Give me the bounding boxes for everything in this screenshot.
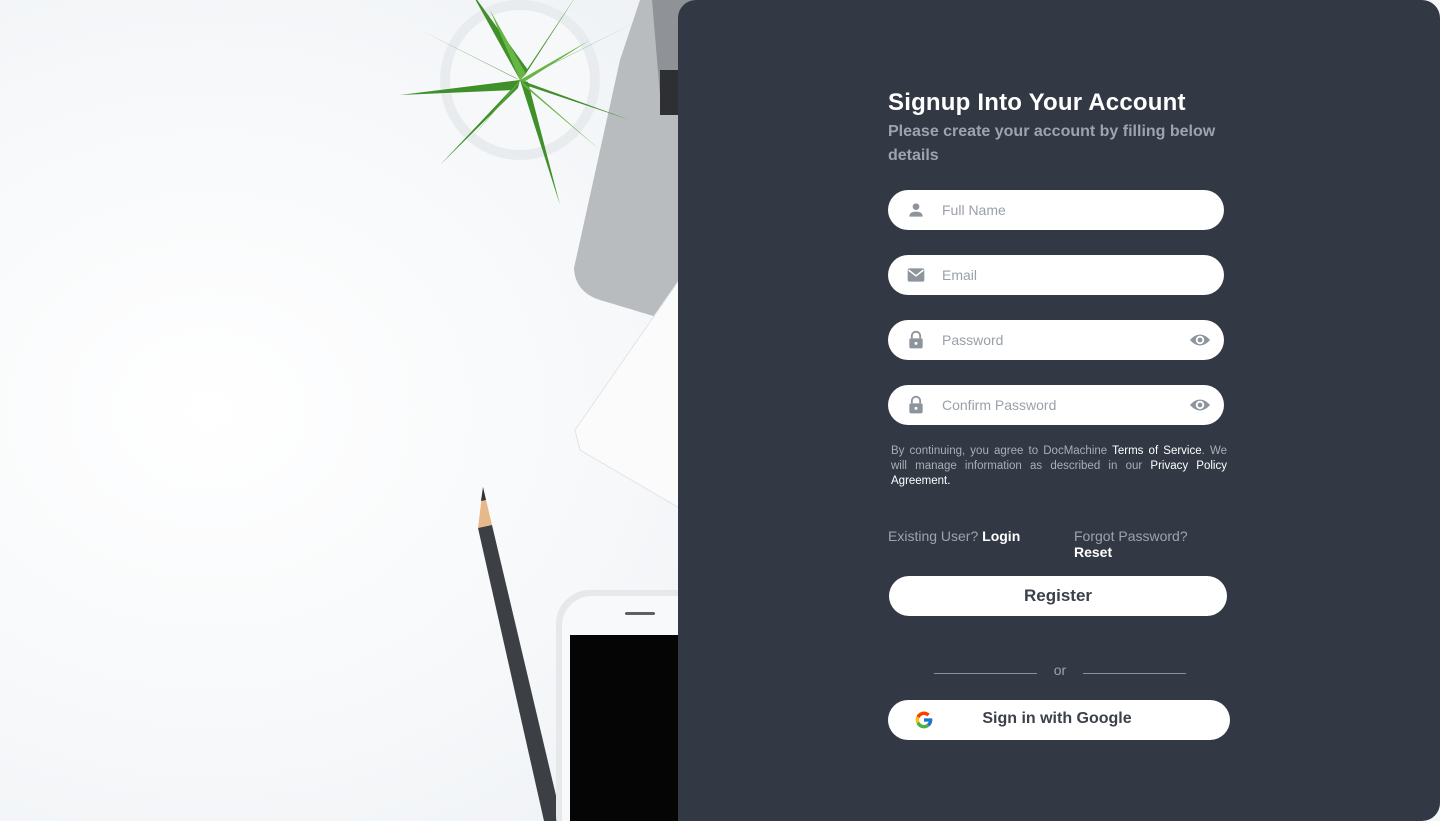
password-input[interactable]	[942, 320, 1172, 360]
signup-form: Signup Into Your Account Please create y…	[888, 86, 1233, 740]
confirm-password-input[interactable]	[942, 385, 1172, 425]
or-label: or	[1053, 662, 1067, 678]
google-signin-label: Sign in with Google	[982, 710, 1132, 727]
register-button[interactable]: Register	[889, 576, 1227, 616]
divider-line-right	[1083, 673, 1186, 674]
login-link[interactable]: Login	[982, 528, 1020, 544]
email-field[interactable]	[888, 255, 1224, 295]
existing-user-group: Existing User? Login	[888, 528, 1020, 544]
full-name-field[interactable]	[888, 190, 1224, 230]
full-name-input[interactable]	[942, 190, 1172, 230]
terms-notice: By continuing, you agree to DocMachine T…	[891, 444, 1227, 489]
eye-icon[interactable]	[1189, 330, 1211, 350]
terms-prefix: By continuing, you agree to DocMachine	[891, 445, 1113, 457]
person-icon	[909, 203, 923, 217]
lock-icon	[909, 395, 923, 414]
google-signin-button[interactable]: Sign in with Google	[888, 700, 1230, 740]
mail-icon	[907, 268, 925, 282]
terms-of-service-link[interactable]: Terms of Service	[1112, 445, 1202, 457]
eye-icon[interactable]	[1189, 395, 1211, 415]
existing-user-label: Existing User?	[888, 528, 979, 544]
forgot-password-group: Forgot Password? Reset	[1074, 528, 1224, 560]
email-input[interactable]	[942, 255, 1172, 295]
page-subtitle: Please create your account by filling be…	[888, 123, 1216, 164]
password-field[interactable]	[888, 320, 1224, 360]
background-photo	[0, 0, 700, 821]
confirm-password-field[interactable]	[888, 385, 1224, 425]
page-title: Signup Into Your Account	[888, 89, 1186, 116]
forgot-password-label: Forgot Password?	[1074, 528, 1188, 544]
reset-link[interactable]: Reset	[1074, 544, 1112, 560]
desk-illustration	[400, 0, 700, 821]
or-divider: or	[934, 662, 1186, 682]
lock-icon	[909, 330, 923, 349]
account-links: Existing User? Login Forgot Password? Re…	[888, 528, 1224, 560]
signup-panel: Signup Into Your Account Please create y…	[678, 0, 1440, 821]
